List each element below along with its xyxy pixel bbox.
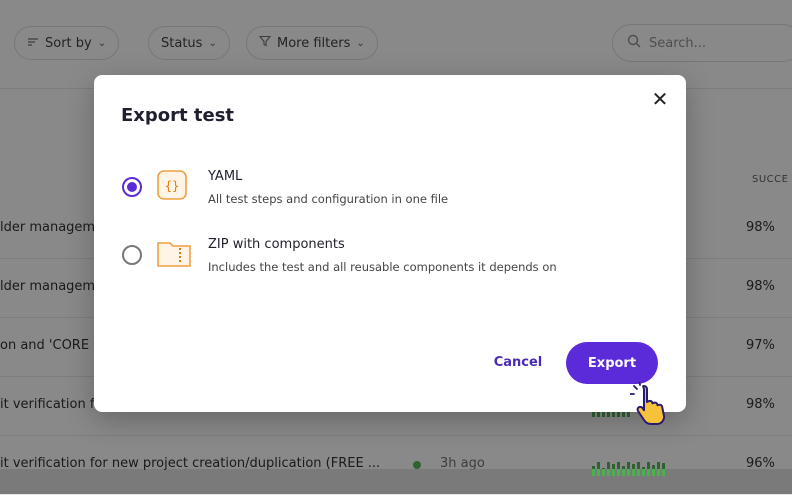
zip-option[interactable]: ZIP with components Includes the test an…	[118, 235, 658, 283]
close-icon[interactable]: ✕	[648, 87, 672, 111]
hand-pointer-cursor-icon	[629, 381, 676, 428]
zip-radio[interactable]	[122, 245, 142, 265]
option-description: All test steps and configuration in one …	[208, 192, 449, 206]
dialog-title: Export test	[121, 105, 235, 126]
option-description: Includes the test and all reusable compo…	[208, 260, 557, 274]
export-test-dialog: Export test ✕ {} YAML All test steps and…	[94, 75, 686, 412]
export-button[interactable]: Export	[566, 342, 658, 384]
yaml-radio[interactable]	[122, 177, 142, 197]
option-title: YAML	[208, 169, 243, 184]
zip-folder-icon	[156, 237, 191, 269]
svg-text:{}: {}	[165, 179, 179, 193]
cancel-button[interactable]: Cancel	[482, 345, 554, 379]
option-title: ZIP with components	[208, 237, 345, 252]
yaml-option[interactable]: {} YAML All test steps and configuration…	[118, 167, 658, 215]
yaml-file-icon: {}	[156, 169, 188, 201]
